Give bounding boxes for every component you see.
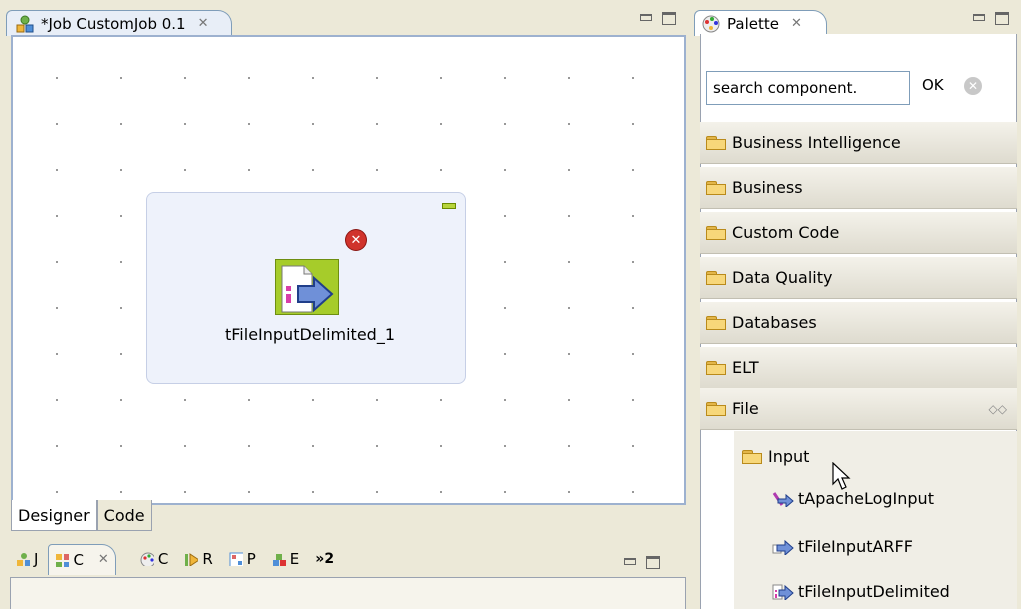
close-icon[interactable]: ✕: [98, 552, 109, 567]
tab-code[interactable]: Code: [96, 500, 152, 531]
folder-open-icon: [706, 225, 728, 240]
file-input-icon: [281, 265, 334, 313]
apache-log-input-icon: [772, 491, 794, 507]
folder-open-icon: [706, 401, 728, 416]
category-label: Business: [732, 178, 803, 197]
tab-run[interactable]: R: [178, 545, 218, 573]
tab-palette-view[interactable]: C: [134, 545, 174, 573]
close-icon[interactable]: ✕: [198, 16, 209, 31]
mouse-cursor-icon: [832, 462, 851, 490]
overflow-label: »2: [315, 551, 335, 567]
more-views-button[interactable]: »2: [309, 545, 340, 573]
minimize-button[interactable]: [624, 558, 636, 565]
tab-problems[interactable]: P: [223, 545, 262, 573]
category-label: Data Quality: [732, 268, 833, 287]
category-custom-code[interactable]: Custom Code: [700, 212, 1017, 254]
tab-label: C: [157, 550, 169, 568]
problems-icon: [229, 552, 243, 566]
tab-modules[interactable]: E: [266, 545, 305, 573]
component-name: tApacheLogInput: [798, 489, 934, 508]
component-label[interactable]: tFileInputDelimited_1: [190, 325, 430, 344]
editor-mode-tabs: Designer Code: [11, 500, 152, 531]
job-icon: [16, 15, 34, 32]
bottom-view-content: [10, 577, 686, 609]
collapse-icon[interactable]: ◇◇: [989, 402, 1007, 416]
file-input-arff-icon: [772, 539, 794, 555]
tab-component[interactable]: C ✕: [48, 543, 116, 575]
component-name: tFileInputDelimited: [798, 582, 950, 601]
palette-window-controls: [973, 12, 1009, 25]
category-business[interactable]: Business: [700, 167, 1017, 209]
subfolder-input[interactable]: Input: [742, 447, 809, 466]
category-label: ELT: [732, 358, 759, 377]
tab-label: E: [289, 550, 300, 568]
error-icon: ✕: [346, 230, 366, 250]
tab-label: C: [73, 550, 84, 569]
component-name: tFileInputARFF: [798, 537, 913, 556]
category-data-quality[interactable]: Data Quality: [700, 257, 1017, 299]
category-label: Business Intelligence: [732, 133, 901, 152]
folder-open-icon: [706, 180, 728, 195]
minimize-button[interactable]: [640, 14, 652, 21]
palette-icon: [140, 552, 154, 566]
editor-tab-title: *Job CustomJob 0.1: [41, 14, 186, 33]
file-input-delimited-icon: [772, 584, 794, 600]
tab-job[interactable]: J: [10, 545, 44, 573]
palette-icon: [702, 15, 720, 32]
search-input[interactable]: [706, 71, 910, 105]
category-business-intelligence[interactable]: Business Intelligence: [700, 122, 1017, 164]
clear-search-icon[interactable]: ✕: [964, 77, 982, 95]
maximize-button[interactable]: [995, 12, 1009, 25]
editor-tab[interactable]: *Job CustomJob 0.1 ✕: [6, 10, 232, 36]
bottom-view-tabs: J C ✕ C R P E »2: [10, 542, 340, 576]
ok-button[interactable]: OK: [922, 76, 944, 94]
category-databases[interactable]: Databases: [700, 302, 1017, 344]
folder-open-icon: [706, 315, 728, 330]
component-tfileinputarff[interactable]: tFileInputARFF: [772, 537, 913, 556]
job-icon: [17, 553, 30, 566]
palette-title: Palette: [727, 14, 779, 33]
modules-icon: [272, 554, 286, 566]
palette-tab[interactable]: Palette ✕: [694, 10, 827, 36]
run-icon: [185, 553, 199, 566]
minimize-button[interactable]: [973, 14, 985, 21]
tfileinputdelimited-component-icon[interactable]: [275, 259, 339, 315]
folder-open-icon: [706, 360, 728, 375]
category-label: Databases: [732, 313, 817, 332]
component-icon: [56, 553, 70, 567]
category-label: File: [732, 399, 759, 418]
tab-label: P: [246, 550, 256, 568]
folder-open-icon: [706, 135, 728, 150]
subfolder-label: Input: [768, 447, 810, 466]
tab-label: R: [202, 550, 213, 568]
folder-open-icon: [706, 270, 728, 285]
tab-designer[interactable]: Designer: [11, 500, 97, 531]
maximize-button[interactable]: [662, 12, 676, 25]
category-elt[interactable]: ELT: [700, 347, 1017, 389]
close-icon[interactable]: ✕: [791, 16, 802, 31]
category-label: Custom Code: [732, 223, 840, 242]
component-tfileinputdelimited[interactable]: tFileInputDelimited: [772, 582, 950, 601]
folder-open-icon: [742, 449, 764, 464]
editor-tab-bar: *Job CustomJob 0.1 ✕: [0, 0, 688, 36]
category-file[interactable]: File ◇◇: [700, 388, 1017, 430]
subjob-collapse-handle[interactable]: [442, 203, 456, 209]
maximize-button[interactable]: [646, 556, 660, 569]
tab-label: J: [34, 550, 39, 568]
